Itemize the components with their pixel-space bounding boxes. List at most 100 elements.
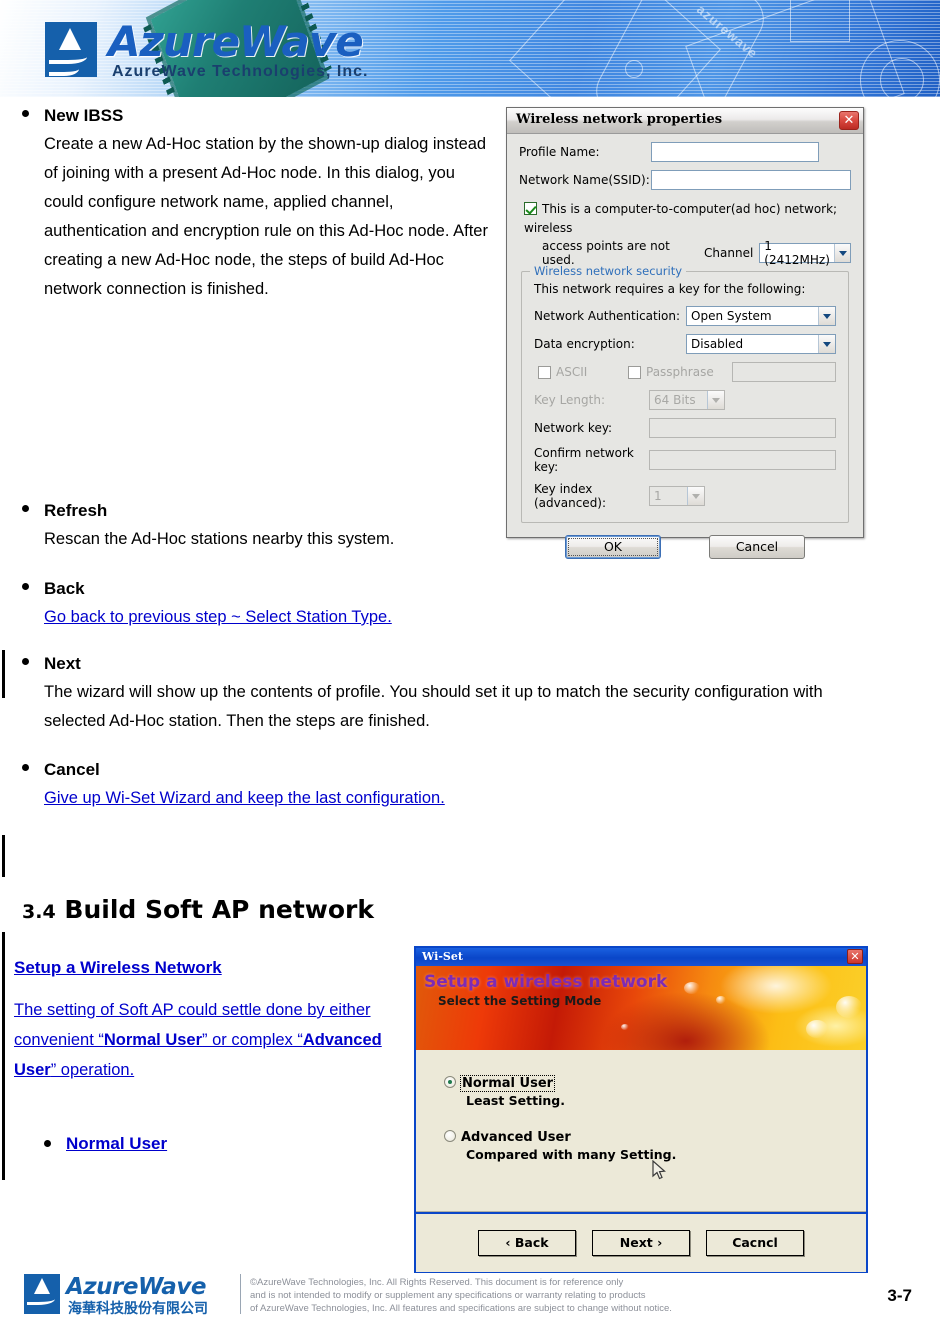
ok-button[interactable]: OK (565, 535, 661, 559)
dialog-title: Wireless network properties (516, 112, 723, 127)
wiset-dialog-title: Wi-Set (422, 950, 463, 963)
footer-brand-wordmark: AzureWave (66, 1274, 206, 1300)
network-key-label: Network key: (534, 421, 613, 435)
ascii-checkbox[interactable] (538, 365, 551, 379)
ssid-input[interactable] (651, 170, 851, 190)
option-normal-user-label: Normal User (459, 1075, 556, 1092)
network-authentication-row: Network Authentication: Open System (534, 306, 836, 326)
profile-name-row: Profile Name: (519, 142, 851, 162)
key-length-select[interactable]: 64 Bits (649, 390, 725, 410)
channel-label: Channel (704, 246, 754, 260)
footer-brand-chinese: 海華科技股份有限公司 (68, 1300, 208, 1316)
key-length-row: Key Length: 64 Bits (534, 390, 836, 410)
mouse-cursor-icon (652, 1160, 666, 1180)
confirm-network-key-label: Confirm network key: (534, 446, 634, 474)
bullet-icon (22, 505, 29, 512)
normal-user-link[interactable]: Normal User (66, 1131, 167, 1156)
water-droplet-decoration (806, 1020, 828, 1038)
passphrase-checkbox[interactable] (628, 365, 641, 379)
channel-select-value: 1 (2412MHz) (764, 239, 830, 267)
adhoc-checkbox-row: This is a computer-to-computer(ad hoc) n… (524, 198, 851, 267)
revision-change-bar (2, 932, 5, 1180)
soft-ap-text-column: Setup a Wireless Network The setting of … (14, 955, 399, 1156)
confirm-network-key-input[interactable] (649, 450, 836, 470)
wireless-network-properties-dialog: Wireless network properties ✕ Profile Na… (506, 107, 864, 559)
security-intro-text: This network requires a key for the foll… (534, 282, 806, 296)
dialog-button-row: OK Cancel (519, 535, 851, 559)
confirm-network-key-row: Confirm network key: (534, 446, 836, 474)
channel-select[interactable]: 1 (2412MHz) (759, 239, 851, 267)
key-length-value: 64 Bits (654, 393, 696, 407)
back-step-link[interactable]: Go back to previous step ~ Select Statio… (44, 603, 392, 632)
intro-text-part-2: ” or complex “ (202, 1031, 303, 1049)
ssid-label: Network Name(SSID): (519, 173, 650, 187)
brand-subtitle: AzureWave Technologies, Inc. (112, 63, 369, 80)
azurewave-logo-icon (45, 22, 97, 77)
dialog-body: Profile Name: Network Name(SSID): This i… (507, 134, 863, 567)
ssid-row: Network Name(SSID): (519, 170, 851, 190)
bullet-icon (22, 583, 29, 590)
page-footer: AzureWave 海華科技股份有限公司 ©AzureWave Technolo… (0, 1272, 940, 1316)
data-encryption-label: Data encryption: (534, 337, 635, 351)
footer-legal-text: ©AzureWave Technologies, Inc. All Rights… (250, 1276, 810, 1315)
banner-decoration-shape (790, 0, 850, 42)
security-group-title: Wireless network security (530, 264, 687, 278)
data-encryption-value: Disabled (691, 337, 744, 351)
chevron-down-icon[interactable] (834, 244, 850, 262)
water-droplet-decoration (716, 996, 726, 1004)
network-authentication-label: Network Authentication: (534, 309, 681, 323)
page-number: 3-7 (887, 1286, 912, 1305)
network-authentication-select[interactable]: Open System (686, 306, 836, 326)
chevron-down-icon[interactable] (687, 487, 704, 505)
close-icon[interactable]: ✕ (847, 949, 863, 964)
revision-change-bar (2, 835, 5, 877)
option-normal-user[interactable]: Normal User Least Setting. (444, 1072, 866, 1108)
list-item: Normal User (22, 1131, 399, 1156)
cancel-wizard-link[interactable]: Give up Wi-Set Wizard and keep the last … (44, 784, 445, 813)
adhoc-checkbox-label-line2: access points are not used. (542, 239, 670, 267)
next-button[interactable]: Next › (592, 1230, 690, 1256)
cancel-button[interactable]: Cacncl (706, 1230, 804, 1256)
network-key-row: Network key: (534, 418, 836, 438)
key-index-value: 1 (654, 489, 662, 503)
footer-divider (240, 1274, 241, 1314)
radio-normal-user[interactable] (444, 1076, 456, 1088)
chevron-down-icon[interactable] (818, 335, 835, 353)
profile-name-input[interactable] (651, 142, 819, 162)
wiset-options-panel: Normal User Least Setting. Advanced User… (416, 1050, 866, 1212)
page-title: 3.4 Build Soft AP network (22, 895, 374, 924)
bullet-heading: Next (44, 654, 81, 673)
setup-wireless-network-link[interactable]: Setup a Wireless Network (14, 955, 222, 981)
water-droplet-decoration (621, 1024, 629, 1030)
passphrase-input[interactable] (732, 362, 836, 382)
logo-wave-shape (49, 62, 79, 76)
wiset-title-bar: Wi-Set ✕ (416, 948, 866, 966)
azurewave-logo-icon (24, 1274, 60, 1314)
key-index-row: Key index (advanced): 1 (534, 482, 836, 510)
ascii-label: ASCII (556, 365, 588, 379)
cancel-button[interactable]: Cancel (709, 535, 805, 559)
bullet-icon (22, 658, 29, 665)
chevron-down-icon[interactable] (707, 391, 724, 409)
data-encryption-select[interactable]: Disabled (686, 334, 836, 354)
list-item: Next The wizard will show up the content… (0, 651, 940, 736)
bullet-paragraph: Create a new Ad-Hoc station by the shown… (44, 135, 488, 298)
footer-logo: AzureWave 海華科技股份有限公司 (24, 1272, 234, 1316)
key-length-label: Key Length: (534, 393, 606, 407)
bullet-heading: Back (44, 579, 85, 598)
key-index-select[interactable]: 1 (649, 486, 705, 506)
water-droplet-decoration (684, 982, 700, 994)
chevron-down-icon[interactable] (818, 307, 835, 325)
footer-legal-line-1: ©AzureWave Technologies, Inc. All Rights… (250, 1277, 624, 1288)
back-button[interactable]: ‹ Back (478, 1230, 576, 1256)
footer-legal-line-3: of AzureWave Technologies, Inc. All feat… (250, 1303, 672, 1314)
bullet-heading: Cancel (44, 760, 100, 779)
network-key-input[interactable] (649, 418, 836, 438)
radio-advanced-user[interactable] (444, 1130, 456, 1142)
adhoc-checkbox-label-line1: This is a computer-to-computer(ad hoc) n… (524, 202, 838, 235)
list-item: Back Go back to previous step ~ Select S… (0, 576, 940, 632)
close-icon[interactable]: ✕ (839, 111, 859, 130)
logo-wave-shape (27, 1295, 55, 1305)
option-advanced-user[interactable]: Advanced User Compared with many Setting… (444, 1126, 866, 1162)
adhoc-checkbox[interactable] (524, 202, 537, 215)
